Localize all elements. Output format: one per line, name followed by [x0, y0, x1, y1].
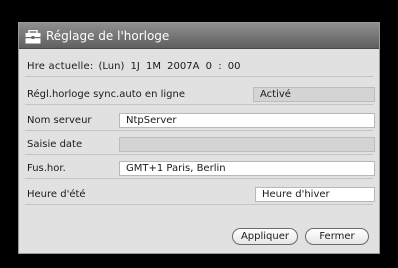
dialog-buttons: Appliquer Fermer [232, 228, 369, 245]
date-input-label: Saisie date [27, 139, 83, 150]
dst-label: Heure d'été [27, 189, 86, 200]
date-input-field[interactable] [119, 137, 375, 152]
dialog-titlebar: Réglage de l'horloge [19, 23, 379, 49]
apply-button[interactable]: Appliquer [232, 228, 298, 245]
clock-settings-icon [25, 29, 41, 43]
auto-sync-value[interactable]: Activé [253, 87, 375, 102]
dialog-title: Réglage de l'horloge [46, 28, 170, 43]
current-time-value: (Lun) 1J 1M 2007A 0 : 00 [98, 61, 241, 72]
server-name-row[interactable]: Nom serveur NtpServer [25, 111, 375, 131]
server-name-label: Nom serveur [27, 115, 92, 126]
server-name-field[interactable]: NtpServer [119, 113, 375, 128]
timezone-field[interactable]: GMT+1 Paris, Berlin [119, 161, 375, 176]
dst-row[interactable]: Heure d'été Heure d'hiver [25, 185, 375, 205]
timezone-label: Fus.hor. [27, 163, 66, 174]
auto-sync-label: Régl.horloge sync.auto en ligne [27, 89, 185, 100]
dst-field[interactable]: Heure d'hiver [255, 187, 375, 202]
auto-sync-row[interactable]: Régl.horloge sync.auto en ligne Activé [25, 85, 375, 105]
clock-settings-dialog: Réglage de l'horloge Hre actuelle: (Lun)… [18, 22, 380, 254]
timezone-row[interactable]: Fus.hor. GMT+1 Paris, Berlin [25, 159, 375, 179]
close-button[interactable]: Fermer [305, 228, 369, 245]
date-input-row[interactable]: Saisie date [25, 135, 375, 155]
current-time-label: Hre actuelle: [27, 61, 94, 72]
current-time-row: Hre actuelle: (Lun) 1J 1M 2007A 0 : 00 [25, 57, 373, 77]
